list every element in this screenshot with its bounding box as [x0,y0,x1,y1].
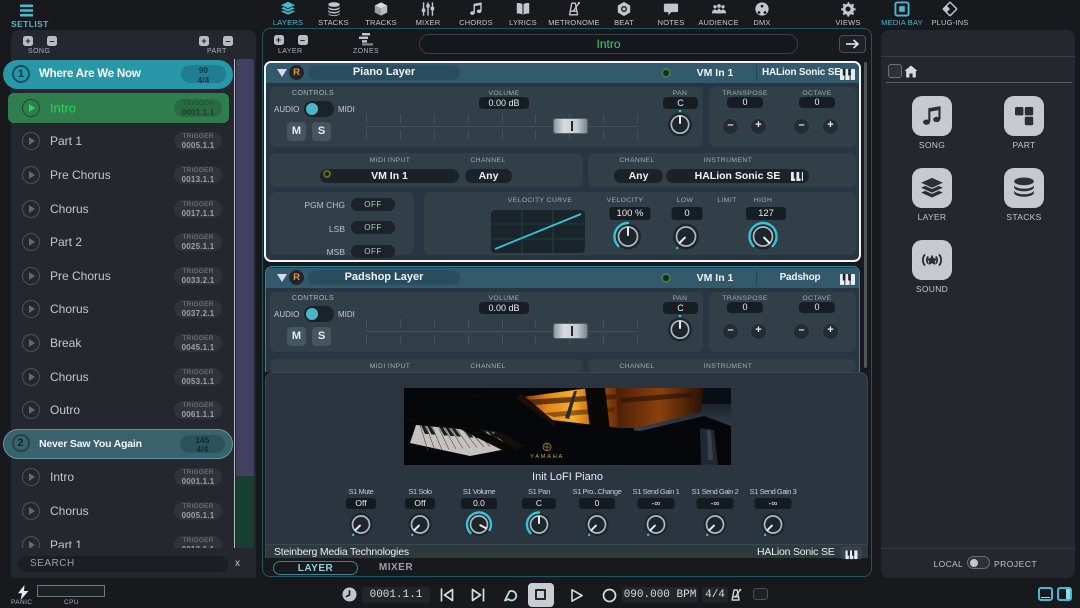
svg-text:YAMAHA: YAMAHA [530,454,564,460]
